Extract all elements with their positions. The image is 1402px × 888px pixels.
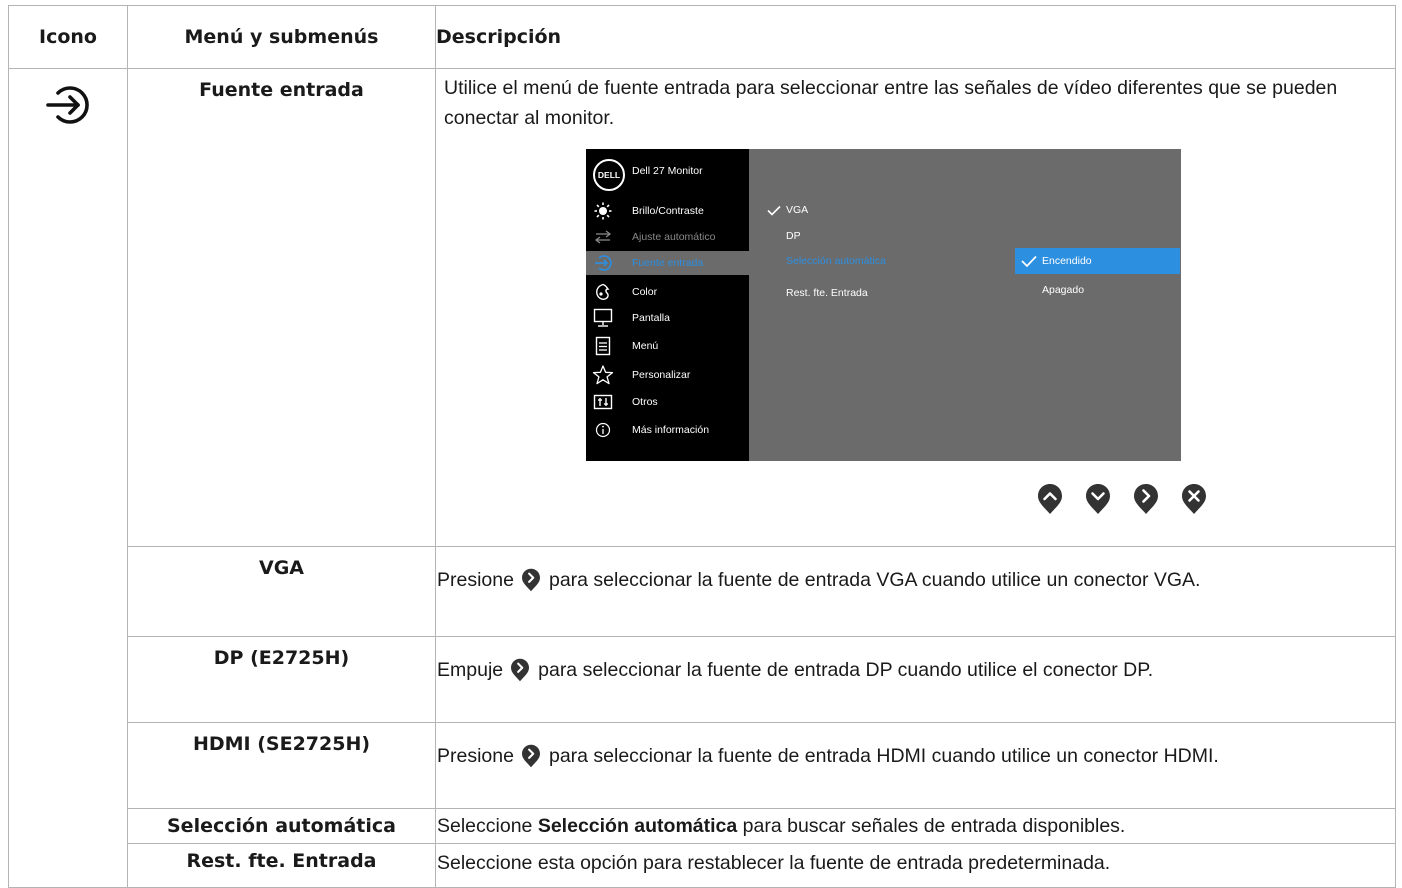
osd-menu-item-ajuste: Ajuste automático xyxy=(586,225,749,249)
osd-sidebar: DELL Dell 27 Monitor Brillo/Contraste Aj… xyxy=(586,149,749,461)
osd-menu-item-color: Color xyxy=(586,280,749,304)
table-row: Selección automática Seleccione Selecció… xyxy=(9,808,1396,844)
osd-option-auto: Selección automática xyxy=(786,255,886,267)
header-description: Descripción xyxy=(435,5,1396,69)
header-icon: Icono xyxy=(8,5,128,69)
sliders-icon xyxy=(593,394,613,410)
osd-menu-item-otros: Otros xyxy=(586,390,749,414)
osd-navigation-buttons xyxy=(1037,483,1395,515)
osd-menu-item-brillo: Brillo/Contraste xyxy=(586,199,749,223)
table-row: Fuente entrada Utilice el menú de fuente… xyxy=(8,68,1396,888)
description-hdmi: Presione para seleccionar la fuente de e… xyxy=(437,744,1219,768)
menu-name-fuente-entrada: Fuente entrada xyxy=(199,79,364,101)
input-source-icon xyxy=(46,86,89,124)
menu-name-vga: VGA xyxy=(258,557,304,579)
sun-icon xyxy=(594,202,612,220)
menu-name-dp: DP (E2725H) xyxy=(213,647,350,669)
menu-name-auto: Selección automática xyxy=(167,815,396,837)
osd-title: Dell 27 Monitor xyxy=(632,165,703,177)
table-row: VGA Presione para seleccionar la fuente … xyxy=(9,546,1396,637)
osd-sub-apagado: Apagado xyxy=(1042,284,1085,296)
osd-screenshot: DELL Dell 27 Monitor Brillo/Contraste Aj… xyxy=(586,149,1181,461)
next-button-icon xyxy=(521,568,540,592)
osd-option-vga: VGA xyxy=(767,204,808,216)
dell-logo: DELL xyxy=(593,159,625,191)
auto-adjust-icon xyxy=(594,230,612,244)
osd-option-reset: Rest. fte. Entrada xyxy=(786,287,868,299)
star-icon xyxy=(592,365,614,385)
up-button-icon[interactable] xyxy=(1037,483,1063,515)
menu-list-icon xyxy=(595,336,611,356)
menu-name-hdmi: HDMI (SE2725H) xyxy=(192,733,371,755)
description-auto: Seleccione Selección automática para bus… xyxy=(437,815,1126,837)
next-button-icon[interactable] xyxy=(1133,483,1159,515)
description-dp: Empuje para seleccionar la fuente de ent… xyxy=(437,658,1154,682)
table-row: Rest. fte. Entrada Seleccione esta opció… xyxy=(9,843,1396,888)
check-icon xyxy=(767,205,781,216)
osd-menu-item-fuente: Fuente entrada xyxy=(586,251,749,275)
input-source-icon xyxy=(595,255,612,271)
osd-menu-item-info: Más información xyxy=(586,418,749,442)
description-vga: Presione para seleccionar la fuente de e… xyxy=(437,568,1201,592)
osd-sub-encendido: Encendido xyxy=(1015,248,1180,274)
next-button-icon xyxy=(511,658,530,682)
header-menu: Menú y submenús xyxy=(127,5,436,69)
osd-description-table: Icono Menú y submenús Descripción Fuente… xyxy=(8,5,1396,888)
check-icon xyxy=(1021,255,1037,267)
close-button-icon[interactable] xyxy=(1181,483,1207,515)
down-button-icon[interactable] xyxy=(1085,483,1111,515)
table-header-row: Icono Menú y submenús Descripción xyxy=(8,5,1396,69)
menu-name-reset: Rest. fte. Entrada xyxy=(186,850,377,872)
display-icon xyxy=(593,308,613,327)
description-reset: Seleccione esta opción para restablecer … xyxy=(437,852,1111,874)
description-fuente-entrada: Utilice el menú de fuente entrada para s… xyxy=(444,77,1338,129)
table-row: DP (E2725H) Empuje para seleccionar la f… xyxy=(9,636,1396,723)
info-icon xyxy=(595,422,611,438)
icon-cell xyxy=(8,68,128,888)
next-button-icon xyxy=(521,744,540,768)
osd-menu-item-personalizar: Personalizar xyxy=(586,363,749,387)
osd-menu-item-menu: Menú xyxy=(586,334,749,358)
table-row: HDMI (SE2725H) Presione para seleccionar… xyxy=(9,722,1396,809)
osd-menu-item-pantalla: Pantalla xyxy=(586,306,749,330)
osd-option-dp: DP xyxy=(786,230,801,242)
color-palette-icon xyxy=(596,283,610,300)
